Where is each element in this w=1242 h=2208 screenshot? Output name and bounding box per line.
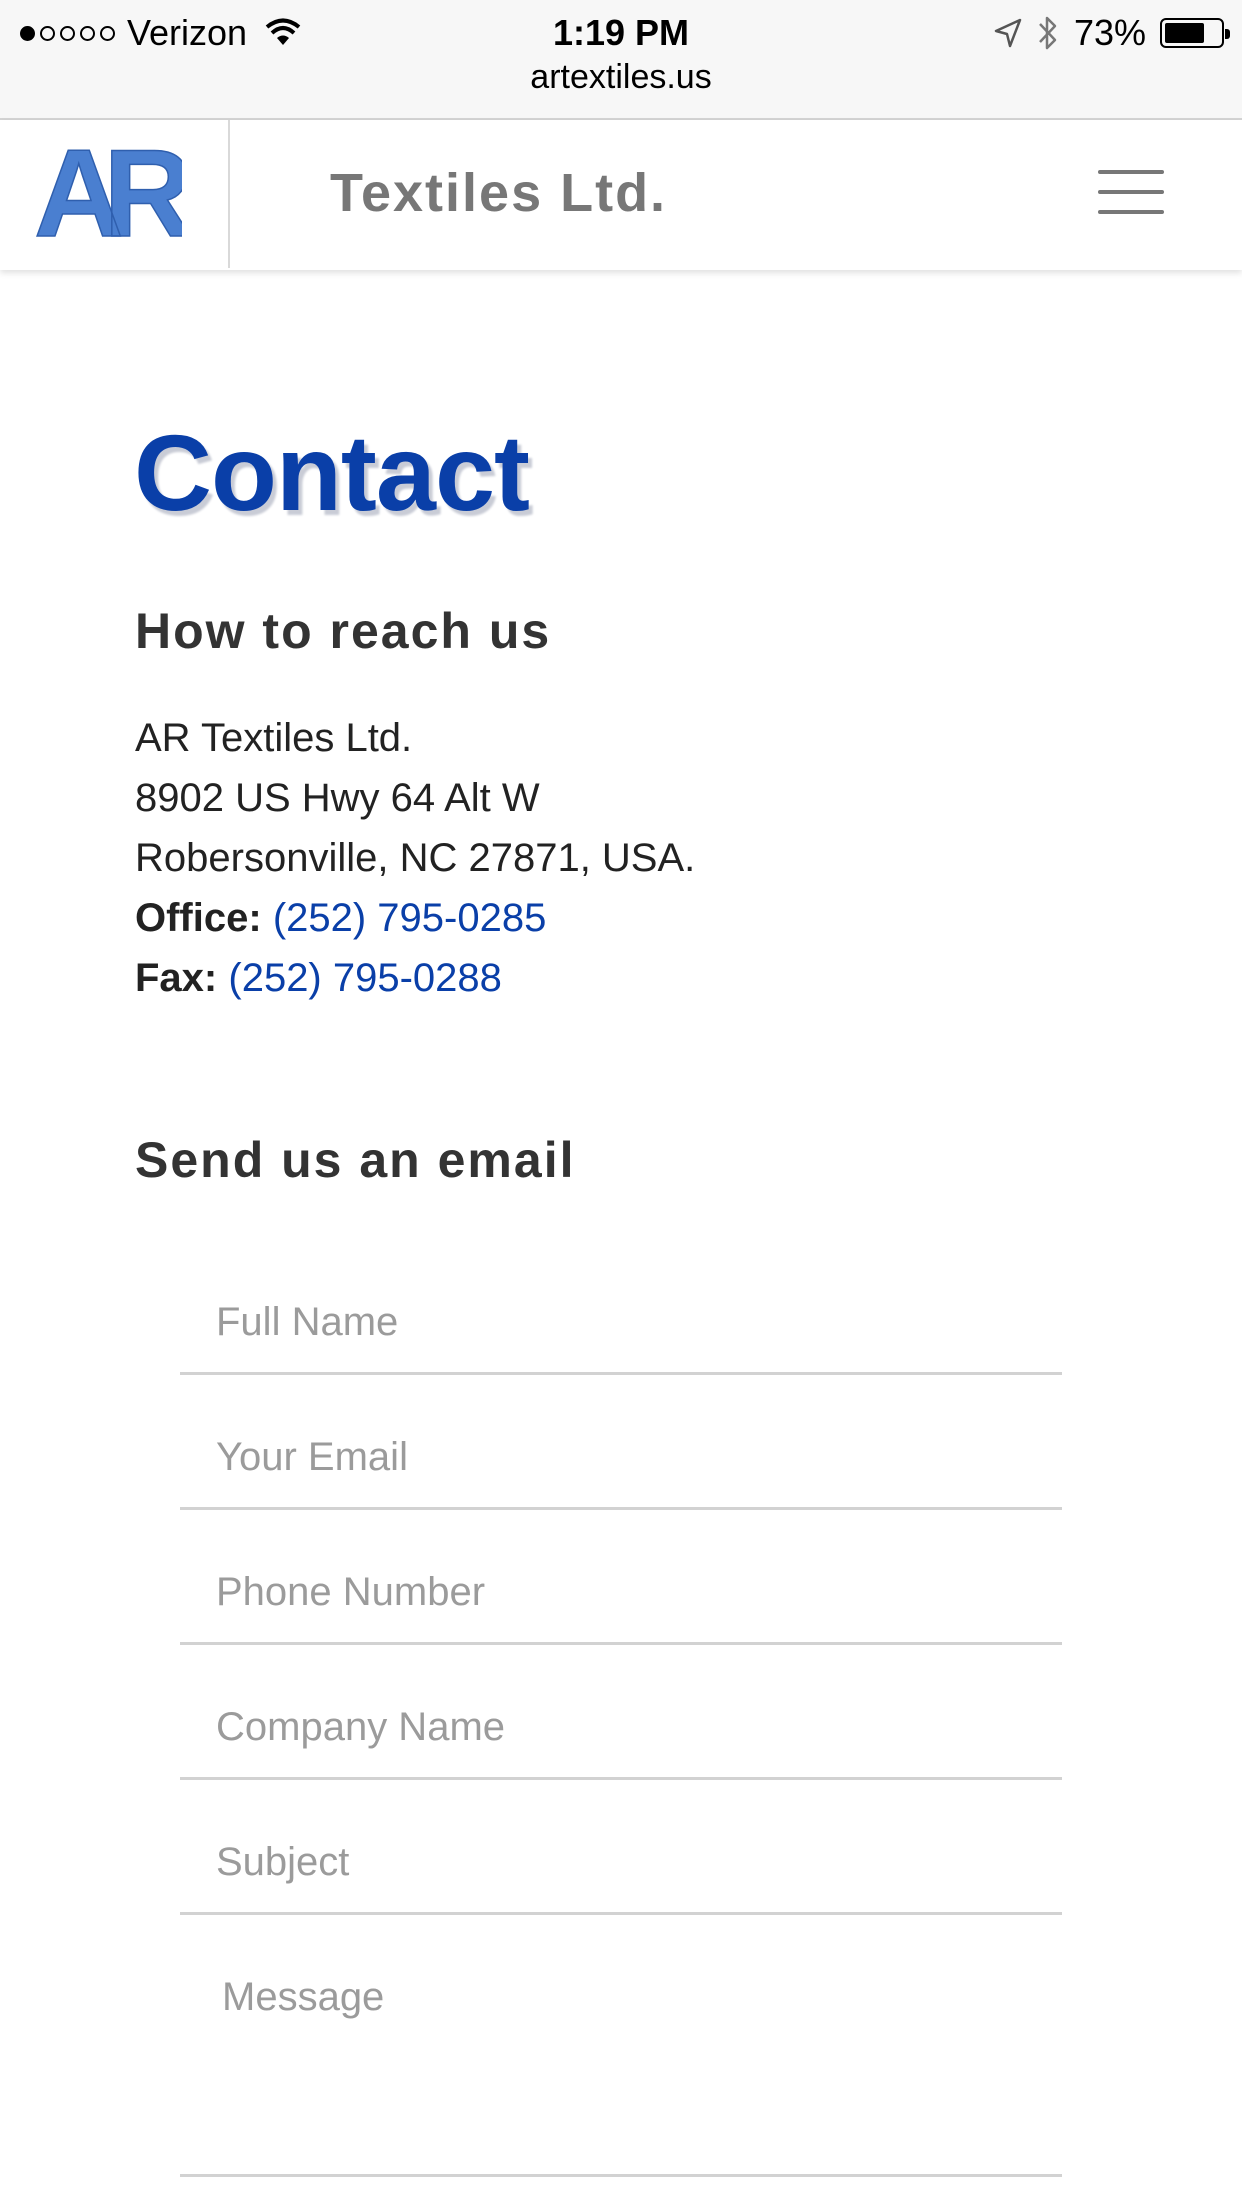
office-line: Office: (252) 795-0285 — [135, 888, 695, 948]
email-form-heading: Send us an email — [135, 1132, 576, 1188]
contact-form — [180, 1240, 1062, 2177]
contact-address: AR Textiles Ltd. 8902 US Hwy 64 Alt W Ro… — [135, 708, 695, 1008]
hamburger-menu-icon[interactable] — [1098, 166, 1168, 222]
company-name: AR Textiles Ltd. — [135, 716, 413, 760]
header-divider — [228, 120, 230, 268]
full-name-input[interactable] — [180, 1240, 1062, 1375]
location-arrow-icon — [994, 18, 1022, 48]
office-phone-link[interactable]: (252) 795-0285 — [273, 896, 547, 940]
subject-input[interactable] — [180, 1780, 1062, 1915]
phone-number-input[interactable] — [180, 1510, 1062, 1645]
address-bar-url[interactable]: artextiles.us — [0, 58, 1242, 97]
message-textarea[interactable] — [180, 1915, 1062, 2177]
site-header: AR Textiles Ltd. — [0, 120, 1242, 270]
company-name-input[interactable] — [180, 1645, 1062, 1780]
street-address: 8902 US Hwy 64 Alt W — [135, 776, 540, 820]
city-address: Robersonville, NC 27871, USA. — [135, 836, 696, 880]
ar-logo[interactable]: AR — [32, 136, 182, 254]
fax-label: Fax: — [135, 956, 218, 1000]
email-input[interactable] — [180, 1375, 1062, 1510]
page-title: Contact — [134, 412, 530, 533]
fax-line: Fax: (252) 795-0288 — [135, 948, 695, 1008]
site-brand-name[interactable]: Textiles Ltd. — [330, 162, 667, 224]
battery-percent: 73% — [1073, 12, 1146, 53]
contact-heading: How to reach us — [135, 603, 552, 659]
status-bar: Verizon 1:19 PM 73% artextiles.us — [0, 0, 1242, 120]
fax-phone-link[interactable]: (252) 795-0288 — [228, 956, 502, 1000]
logo-text: AR — [34, 136, 182, 254]
office-label: Office: — [135, 896, 262, 940]
battery-icon — [1160, 18, 1230, 48]
bluetooth-icon — [1039, 16, 1057, 50]
